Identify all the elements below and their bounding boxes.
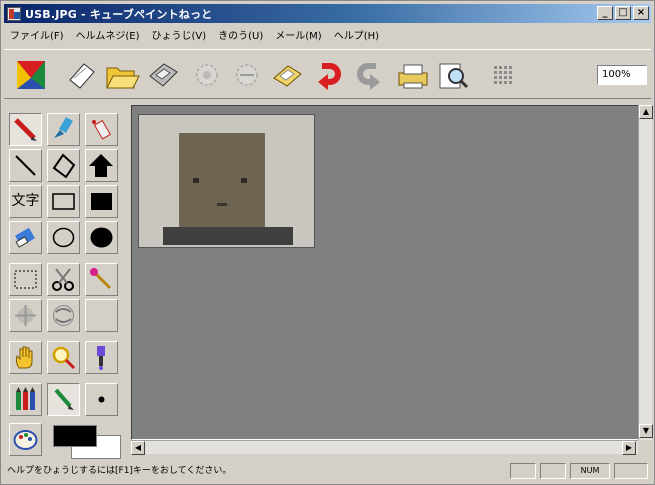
rectangle-icon[interactable]: [47, 185, 80, 218]
logo-icon[interactable]: [12, 56, 50, 94]
window-title: USB.JPG - キューブペイントねっと: [25, 7, 213, 21]
brush-icon[interactable]: [47, 113, 80, 146]
color-pencils-icon[interactable]: [9, 383, 42, 416]
line-icon[interactable]: [9, 149, 42, 182]
open-icon[interactable]: [102, 56, 140, 94]
vertical-scrollbar[interactable]: ▲ ▼: [638, 105, 653, 440]
fill-polygon-icon[interactable]: [85, 149, 118, 182]
menu-edit[interactable]: ヘルムネジ(E): [70, 27, 146, 42]
menu-view[interactable]: ひょうじ(V): [145, 27, 212, 42]
menu-file[interactable]: ファイル(F): [4, 27, 70, 42]
magnifier-icon[interactable]: [47, 341, 80, 374]
magic-wand-icon[interactable]: [85, 263, 118, 296]
palette-icon[interactable]: [9, 423, 42, 456]
status-bar: ヘルプをひょうじするには[F1]キーをおしてください。 NUM: [4, 461, 651, 481]
dropper-icon[interactable]: [85, 341, 118, 374]
select-rect-icon[interactable]: [9, 263, 42, 296]
app-icon[interactable]: [7, 6, 21, 21]
close-button[interactable]: ×: [633, 6, 649, 20]
canvas-area[interactable]: [131, 105, 641, 440]
scroll-left-icon[interactable]: ◀: [131, 441, 145, 455]
polygon-icon[interactable]: [47, 149, 80, 182]
undo-icon[interactable]: [188, 56, 226, 94]
effect-icon[interactable]: [9, 299, 42, 332]
print-preview-icon[interactable]: [434, 56, 472, 94]
status-message: ヘルプをひょうじするには[F1]キーをおしてください。: [7, 466, 232, 476]
menu-function[interactable]: きのう(U): [212, 27, 269, 42]
filled-rectangle-icon[interactable]: [85, 185, 118, 218]
toolbar: 100%: [4, 49, 651, 99]
scissors-icon[interactable]: [47, 263, 80, 296]
scan-icon[interactable]: [268, 56, 306, 94]
scroll-right-icon[interactable]: ▶: [622, 441, 636, 455]
scroll-up-icon[interactable]: ▲: [639, 105, 653, 119]
menu-mail[interactable]: メール(M): [269, 27, 327, 42]
dot-icon[interactable]: [85, 383, 118, 416]
app-window: USB.JPG - キューブペイントねっと _ □ × ファイル(F) ヘルムネ…: [0, 0, 655, 485]
status-cell-1: [510, 463, 536, 479]
foreground-color-swatch[interactable]: [53, 425, 97, 447]
gray-arrow-icon[interactable]: [350, 56, 388, 94]
save-icon[interactable]: [144, 56, 182, 94]
scroll-down-icon[interactable]: ▼: [639, 424, 653, 438]
spray-icon[interactable]: [85, 113, 118, 146]
pen-icon[interactable]: [47, 383, 80, 416]
status-cell-2: [540, 463, 566, 479]
photo-eye-right: [241, 178, 247, 183]
tool-palette: 文字: [7, 105, 127, 459]
photo-mouth: [217, 203, 227, 206]
pencil-icon[interactable]: [9, 113, 42, 146]
text-icon[interactable]: 文字: [9, 185, 42, 218]
zoom-field[interactable]: 100%: [597, 65, 647, 85]
filled-ellipse-icon[interactable]: [85, 221, 118, 254]
new-icon[interactable]: [62, 56, 100, 94]
title-bar: USB.JPG - キューブペイントねっと _ □ ×: [4, 4, 651, 23]
blank-icon[interactable]: [85, 299, 118, 332]
image-canvas[interactable]: [138, 114, 315, 248]
horizontal-scrollbar[interactable]: ◀ ▶: [131, 440, 638, 455]
hand-icon[interactable]: [9, 341, 42, 374]
print-icon[interactable]: [394, 56, 432, 94]
redo-icon[interactable]: [228, 56, 266, 94]
maximize-button[interactable]: □: [615, 6, 631, 20]
menu-bar: ファイル(F) ヘルムネジ(E) ひょうじ(V) きのう(U) メール(M) ヘ…: [4, 25, 385, 43]
status-num: NUM: [570, 463, 610, 479]
menu-help[interactable]: ヘルプ(H): [328, 27, 385, 42]
photo-base: [163, 227, 293, 245]
status-cell-4: [614, 463, 648, 479]
eraser-icon[interactable]: [9, 221, 42, 254]
photo-eye-left: [193, 178, 199, 183]
grid-icon[interactable]: [484, 56, 522, 94]
red-arrow-icon[interactable]: [310, 56, 348, 94]
stamp-icon[interactable]: [47, 299, 80, 332]
window-controls: _ □ ×: [597, 6, 649, 20]
minimize-button[interactable]: _: [597, 6, 613, 20]
ellipse-icon[interactable]: [47, 221, 80, 254]
photo-object: [179, 133, 265, 227]
